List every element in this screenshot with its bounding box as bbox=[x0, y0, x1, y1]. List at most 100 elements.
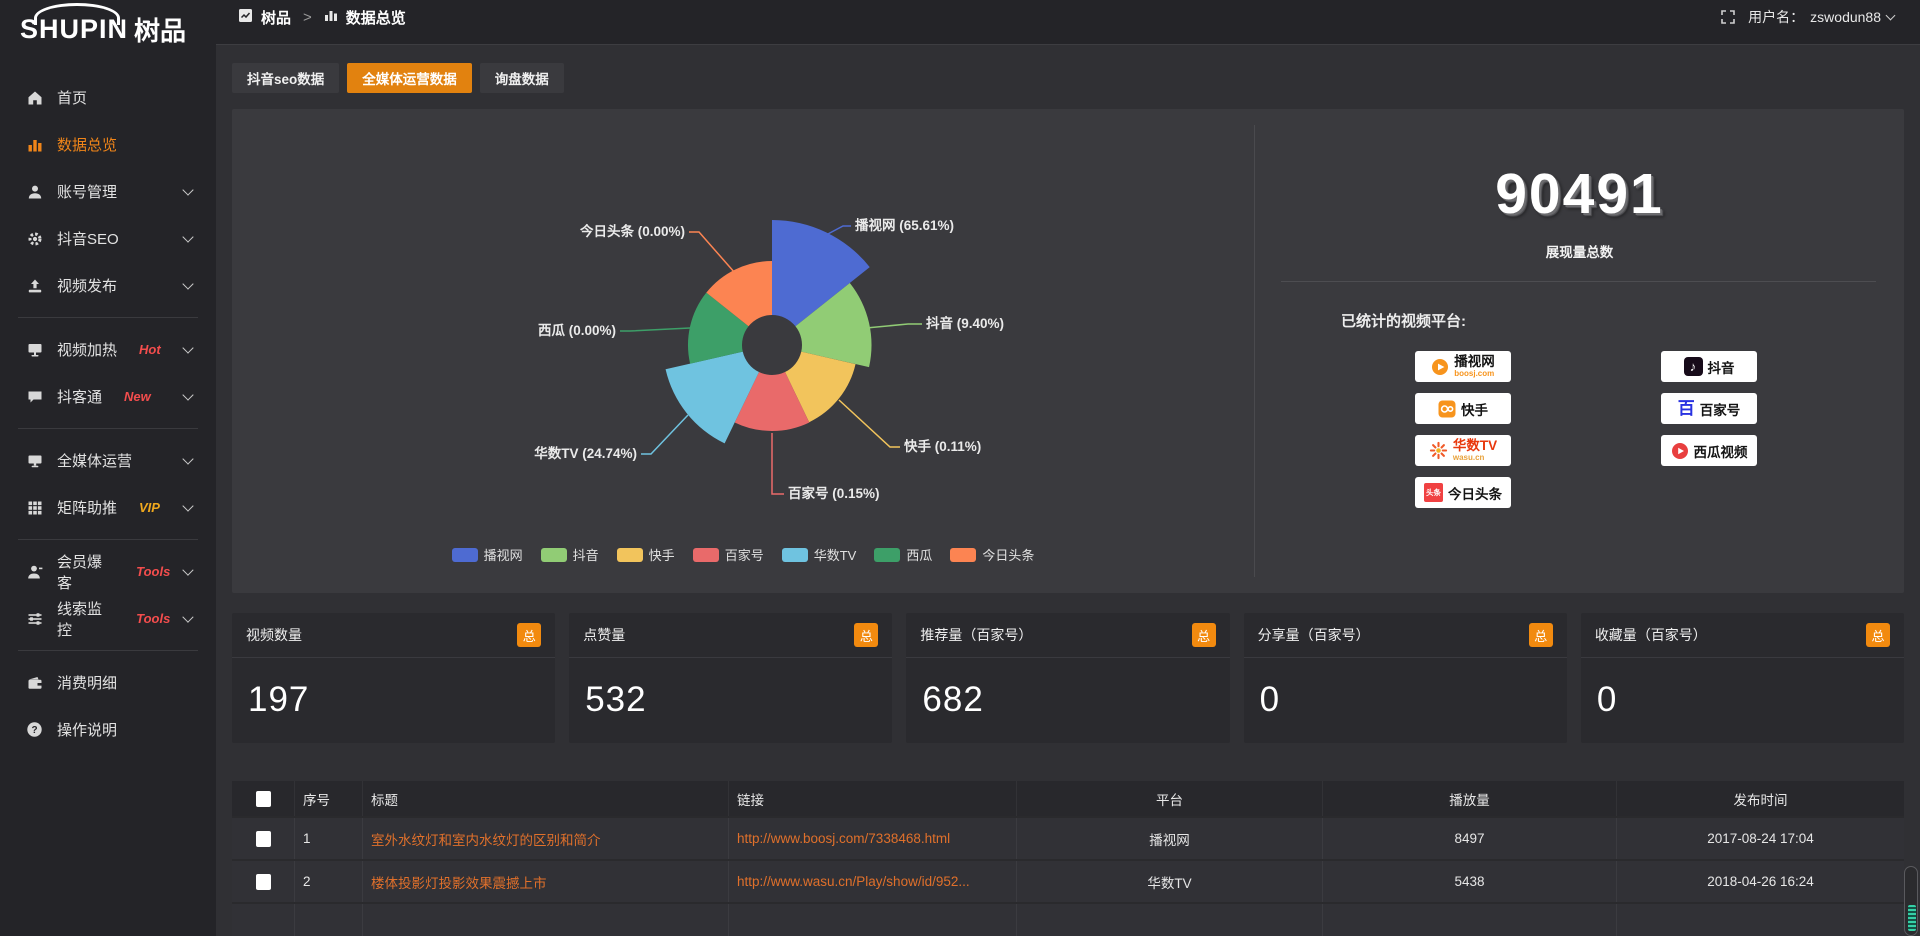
toutiao-logo-icon: 头条 bbox=[1424, 483, 1443, 502]
legend-item[interactable]: 快手 bbox=[617, 545, 675, 564]
pie-label: 今日头条 (0.00%) bbox=[580, 223, 685, 239]
main-area: 树品 > 数据总览 用户名： zswodun88 bbox=[216, 0, 1920, 936]
pie-label-line bbox=[641, 415, 688, 454]
sidebar-item-douketong[interactable]: 抖客通 New bbox=[0, 373, 216, 420]
sidebar-item-matrix-boost[interactable]: 矩阵助推 VIP bbox=[0, 484, 216, 531]
tab-omnimedia-data[interactable]: 全媒体运营数据 bbox=[347, 63, 472, 93]
wasu-logo-icon bbox=[1429, 441, 1448, 460]
select-all-checkbox[interactable] bbox=[256, 791, 271, 807]
card-title: 收藏量（百家号） bbox=[1595, 625, 1707, 645]
chevron-down-icon bbox=[1886, 11, 1896, 21]
total-badge: 总 bbox=[1529, 623, 1553, 647]
user-icon bbox=[26, 183, 43, 200]
col-header-title: 标题 bbox=[362, 781, 728, 816]
app-logo[interactable]: SHUPIN 树品 bbox=[0, 0, 216, 58]
legend-item[interactable]: 抖音 bbox=[541, 545, 599, 564]
platform-badge-xigua: 西瓜视频 bbox=[1661, 435, 1757, 466]
row-checkbox[interactable] bbox=[256, 831, 271, 847]
platform-name: 西瓜视频 bbox=[1694, 441, 1748, 461]
platform-badge-douyin: ♪ 抖音 bbox=[1661, 351, 1757, 382]
total-impressions-label: 展现量总数 bbox=[1255, 241, 1904, 261]
pie-slice[interactable] bbox=[666, 352, 759, 444]
legend-label: 今日头条 bbox=[982, 545, 1034, 564]
app-root: SHUPIN 树品 首页 数据总览 账号管理 bbox=[0, 0, 1920, 936]
total-badge: 总 bbox=[517, 623, 541, 647]
sidebar-item-video-heat[interactable]: 视频加热 Hot bbox=[0, 326, 216, 373]
video-title-link[interactable]: 楼体投影灯投影效果震撼上市 bbox=[371, 872, 547, 892]
cell-platform: 华数TV bbox=[1016, 861, 1322, 902]
tab-inquiry-data[interactable]: 询盘数据 bbox=[480, 63, 564, 93]
row-checkbox[interactable] bbox=[256, 874, 271, 890]
video-title-link[interactable]: 室外水纹灯和室内水纹灯的区别和简介 bbox=[371, 829, 601, 849]
stat-cards-row: 视频数量总 197 点赞量总 532 推荐量（百家号）总 682 分享量（百家号… bbox=[232, 613, 1904, 743]
breadcrumb-separator: > bbox=[303, 9, 312, 26]
card-title: 点赞量 bbox=[583, 625, 625, 645]
sidebar-item-data-overview[interactable]: 数据总览 bbox=[0, 121, 216, 168]
sidebar-item-omnimedia[interactable]: 全媒体运营 bbox=[0, 437, 216, 484]
sidebar-item-member-burst[interactable]: 会员爆客 Tools bbox=[0, 548, 216, 595]
logo-text-cn: 树品 bbox=[134, 11, 186, 48]
col-header-time: 发布时间 bbox=[1616, 781, 1904, 816]
chevron-down-icon bbox=[182, 184, 193, 195]
legend-item[interactable]: 百家号 bbox=[693, 545, 764, 564]
sidebar-item-home[interactable]: 首页 bbox=[0, 74, 216, 121]
platform-name: 百家号 bbox=[1700, 399, 1741, 419]
total-badge: 总 bbox=[1192, 623, 1216, 647]
platform-badge-kuaishou: 快手 bbox=[1415, 393, 1511, 424]
platform-col-right: ♪ 抖音 百 百家号 西瓜视频 bbox=[1661, 351, 1757, 508]
legend-item[interactable]: 西瓜 bbox=[874, 545, 932, 564]
sidebar-item-clue-monitor[interactable]: 线索监控 Tools bbox=[0, 595, 216, 642]
new-badge: New bbox=[124, 389, 151, 404]
gear-icon bbox=[26, 230, 43, 247]
breadcrumb-current[interactable]: 数据总览 bbox=[346, 7, 406, 28]
douyin-logo-icon: ♪ bbox=[1684, 357, 1703, 376]
video-url-link[interactable]: http://www.boosj.com/7338468.html bbox=[737, 831, 950, 846]
bar-chart-icon bbox=[26, 136, 43, 153]
sidebar-item-help[interactable]: ? 操作说明 bbox=[0, 706, 216, 753]
platform-name: 快手 bbox=[1461, 399, 1488, 419]
platform-name: 今日头条 bbox=[1448, 483, 1502, 503]
sidebar-item-video-publish[interactable]: 视频发布 bbox=[0, 262, 216, 309]
breadcrumb-root[interactable]: 树品 bbox=[261, 7, 291, 28]
total-badge: 总 bbox=[854, 623, 878, 647]
legend-item[interactable]: 华数TV bbox=[782, 545, 857, 564]
col-header-plays: 播放量 bbox=[1322, 781, 1616, 816]
logo-arc-decoration bbox=[34, 3, 120, 25]
chevron-down-icon bbox=[183, 564, 194, 575]
chevron-down-icon bbox=[182, 389, 193, 400]
upload-icon bbox=[26, 277, 43, 294]
monitor-icon bbox=[26, 452, 43, 469]
vip-badge: VIP bbox=[139, 500, 160, 515]
sidebar-item-label: 账号管理 bbox=[57, 181, 117, 202]
tab-douyin-seo-data[interactable]: 抖音seo数据 bbox=[232, 63, 339, 93]
sidebar-item-label: 数据总览 bbox=[57, 134, 117, 155]
legend-item[interactable]: 今日头条 bbox=[950, 545, 1034, 564]
legend-item[interactable]: 播视网 bbox=[452, 545, 523, 564]
fullscreen-icon[interactable] bbox=[1720, 9, 1736, 25]
stats-divider bbox=[1281, 281, 1876, 282]
scrollbar-thumb[interactable] bbox=[1904, 866, 1918, 936]
cell-index: 2 bbox=[294, 861, 362, 902]
sidebar-item-spend-detail[interactable]: 消费明细 bbox=[0, 659, 216, 706]
chevron-down-icon bbox=[182, 278, 193, 289]
platform-name: 抖音 bbox=[1708, 357, 1735, 377]
video-table: 序号 标题 链接 平台 播放量 发布时间 1 室外水纹灯和室内水纹灯的区别和简介… bbox=[232, 781, 1904, 936]
rose-chart-area: 播视网 (65.61%)抖音 (9.40%)快手 (0.11%)百家号 (0.1… bbox=[232, 109, 1254, 593]
bar-chart-icon bbox=[324, 8, 338, 26]
sidebar-item-account[interactable]: 账号管理 bbox=[0, 168, 216, 215]
username-menu[interactable]: 用户名： zswodun88 bbox=[1748, 7, 1894, 27]
stat-card-shares: 分享量（百家号）总 0 bbox=[1244, 613, 1567, 743]
card-value: 532 bbox=[569, 658, 892, 720]
cell-time: 2017-08-24 17:04 bbox=[1616, 818, 1904, 859]
video-url-link[interactable]: http://www.wasu.cn/Play/show/id/952... bbox=[737, 874, 970, 889]
pie-label-line bbox=[620, 328, 690, 331]
chevron-down-icon bbox=[182, 453, 193, 464]
chart-panel: 播视网 (65.61%)抖音 (9.40%)快手 (0.11%)百家号 (0.1… bbox=[232, 109, 1904, 593]
pie-label: 华数TV (24.74%) bbox=[534, 445, 637, 461]
sidebar-item-douyin-seo[interactable]: 抖音SEO bbox=[0, 215, 216, 262]
table-header-row: 序号 标题 链接 平台 播放量 发布时间 bbox=[232, 781, 1904, 816]
legend-label: 播视网 bbox=[484, 545, 523, 564]
card-title: 推荐量（百家号） bbox=[920, 625, 1032, 645]
pie-label-line bbox=[772, 433, 784, 494]
tools-badge: Tools bbox=[136, 611, 170, 626]
